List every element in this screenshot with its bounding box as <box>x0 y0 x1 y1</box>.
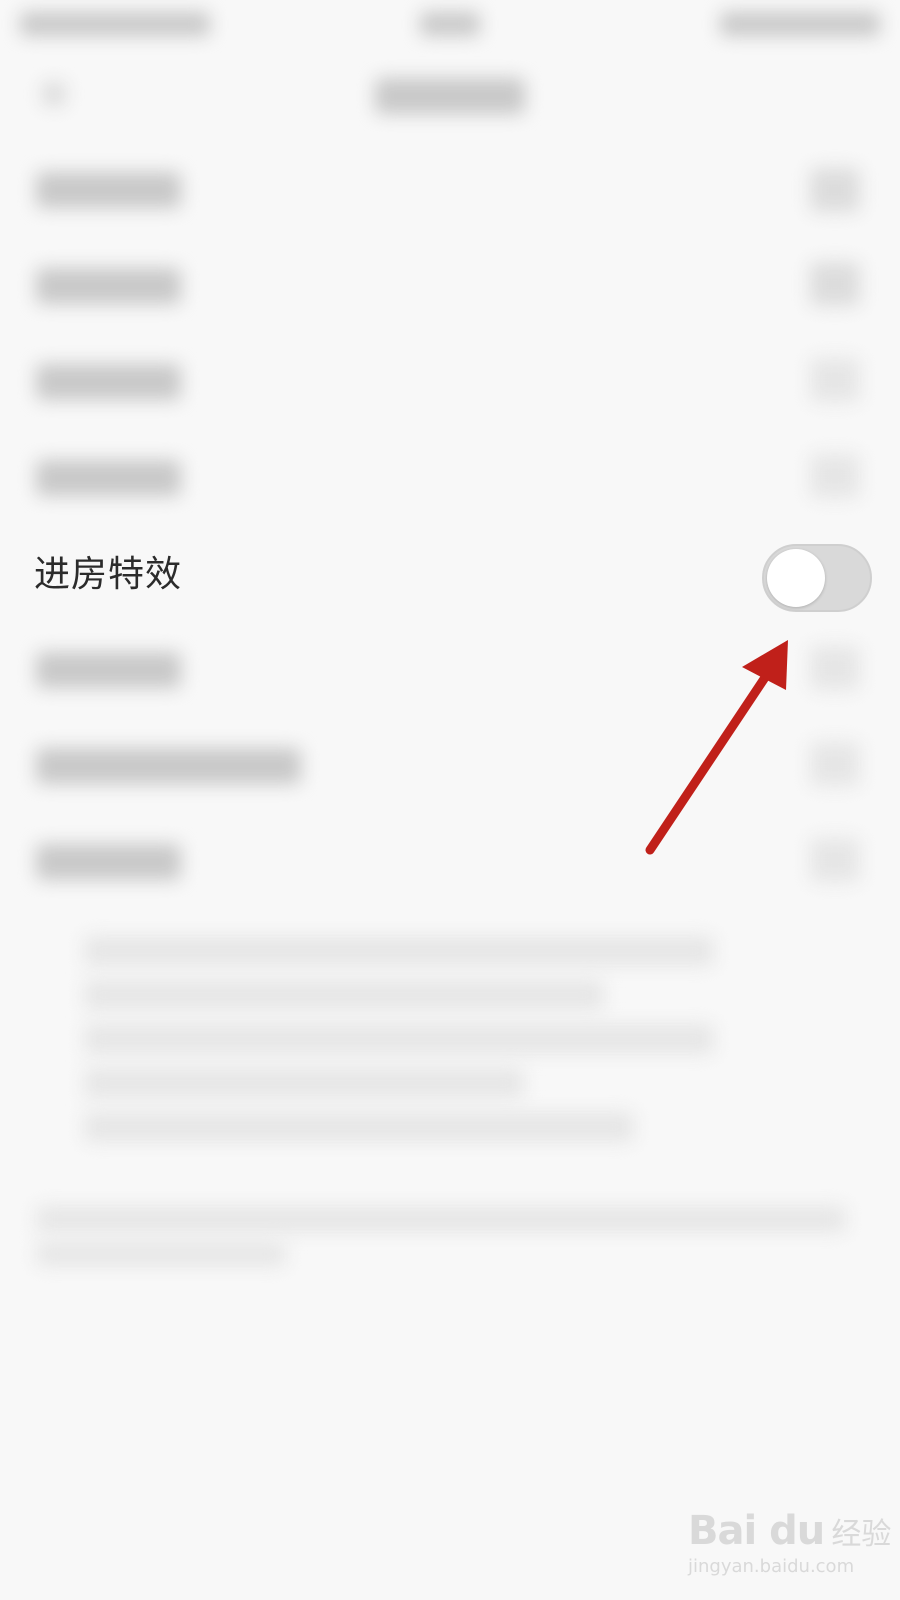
settings-row-4[interactable] <box>36 460 181 496</box>
settings-row-3[interactable] <box>36 364 181 400</box>
description-line-2 <box>84 980 604 1010</box>
baidu-logo: Bai du <box>688 1508 825 1554</box>
description-line-4 <box>84 1068 524 1098</box>
room-effect-toggle[interactable] <box>762 544 872 612</box>
settings-row-6[interactable] <box>36 652 181 688</box>
settings-row-6-toggle[interactable] <box>810 646 860 690</box>
status-bar-right <box>720 12 880 36</box>
settings-screen: 进房特效 Bai du 经验 jingyan.baidu.com <box>0 0 900 1600</box>
watermark-cn: 经验 <box>831 1517 892 1552</box>
settings-row-2-toggle[interactable] <box>810 262 860 306</box>
settings-row-2[interactable] <box>36 268 181 304</box>
footer-note <box>36 1206 846 1232</box>
status-bar-left <box>20 12 210 36</box>
settings-row-1-toggle[interactable] <box>810 168 860 212</box>
annotation-arrow-icon <box>645 640 788 855</box>
settings-row-8[interactable] <box>36 844 181 880</box>
settings-row-7[interactable] <box>36 748 301 784</box>
watermark-url: jingyan.baidu.com <box>688 1556 855 1577</box>
room-effect-label: 进房特效 <box>34 554 183 595</box>
description-line-5 <box>84 1112 634 1142</box>
description-line-1 <box>84 936 714 966</box>
page-title <box>375 78 525 114</box>
footer-note-2 <box>36 1242 286 1266</box>
settings-row-3-toggle[interactable] <box>810 358 860 402</box>
settings-row-4-toggle[interactable] <box>810 454 860 498</box>
settings-row-1[interactable] <box>36 172 181 208</box>
description-line-3 <box>84 1024 714 1054</box>
settings-row-7-toggle[interactable] <box>810 742 860 786</box>
status-bar-center <box>420 12 480 36</box>
back-icon[interactable] <box>42 82 66 106</box>
toggle-knob <box>767 549 825 607</box>
baidu-watermark: Bai du 经验 jingyan.baidu.com <box>688 1508 891 1577</box>
settings-row-8-toggle[interactable] <box>810 838 860 882</box>
